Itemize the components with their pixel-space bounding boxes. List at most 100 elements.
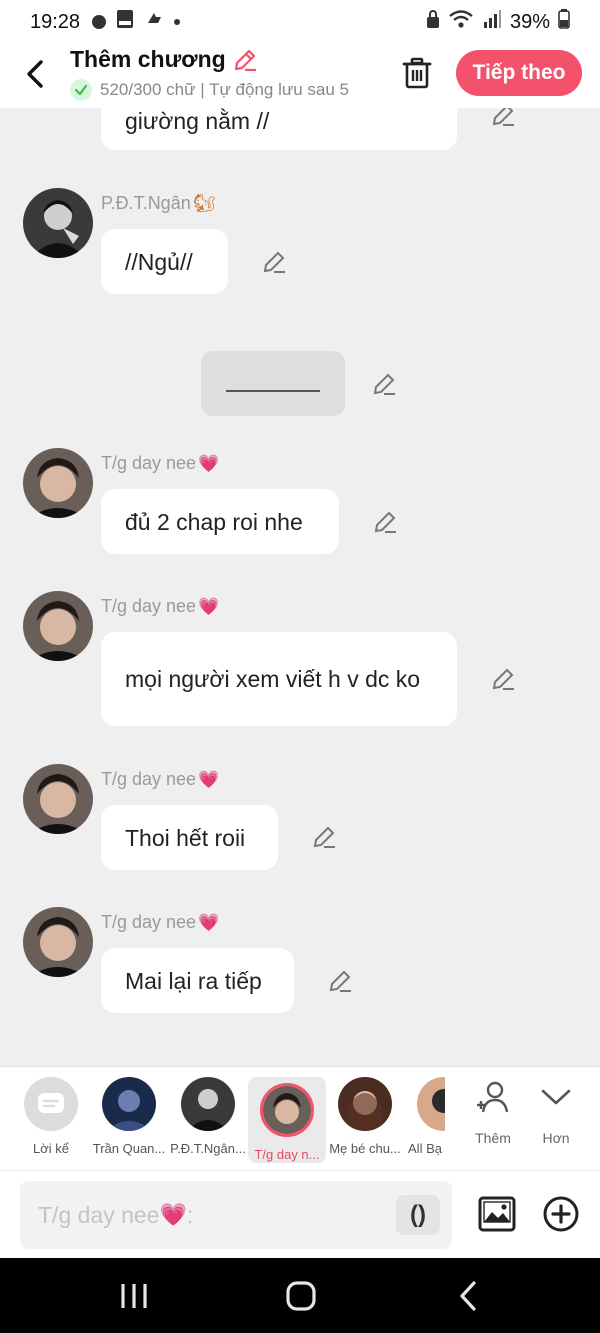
character-label: Mẹ bé chu... [329,1141,401,1156]
message-bubble[interactable]: đủ 2 chap roi nhe [101,489,339,554]
edit-message-pencil-icon[interactable] [371,371,397,397]
avatar[interactable] [23,591,93,661]
edit-title-pencil-icon[interactable] [232,47,258,73]
pdf-icon [116,9,134,35]
sender-name: T/g day nee 💗 [101,912,219,933]
message-bubble[interactable]: Mai lại ra tiếp [101,948,294,1013]
message-text: mọi người xem viết h v dc ko [125,666,421,692]
avatar [417,1077,445,1131]
system-back-button[interactable] [448,1278,488,1314]
edit-message-pencil-icon[interactable] [311,824,337,850]
character-me-be-chu[interactable]: Mẹ bé chu... [326,1077,404,1156]
collapse-button[interactable]: Hơn [526,1079,586,1146]
sender-name: T/g day nee 💗 [101,453,219,474]
home-button[interactable] [281,1278,321,1314]
colon-text: : [186,1201,194,1228]
battery-percent: 39% [509,10,550,33]
character-label: Lời kể [33,1141,69,1156]
recent-apps-button[interactable] [114,1278,154,1314]
page-title-text: Thêm chương [70,46,226,72]
edit-message-pencil-icon[interactable] [327,968,353,994]
heart-emoji-icon: 💗 [159,1202,187,1227]
message-text: giường nằm // [125,108,270,134]
narration-bubble[interactable] [201,351,345,416]
heart-emoji-icon: 💗 [198,453,220,473]
edit-message-pencil-icon[interactable] [261,249,287,275]
avatar[interactable] [23,907,93,977]
collapse-label: Hơn [542,1130,570,1146]
sender-name-text: T/g day nee [101,453,197,473]
system-nav-bar [0,1258,600,1333]
add-button[interactable] [542,1195,580,1233]
message-bubble[interactable]: mọi người xem viết h v dc ko [101,632,457,726]
battery-icon [558,9,570,35]
message-text: //Ngủ// [125,248,193,275]
add-character-label: Thêm [475,1130,511,1146]
sender-name: T/g day nee 💗 [101,596,219,617]
page-title[interactable]: Thêm chương [70,46,380,73]
chat-area[interactable]: giường nằm // P.Đ.T.Ngân 🐿 //Ngủ// T/g d… [0,108,600,1066]
edit-message-pencil-icon[interactable] [372,509,398,535]
avatar [338,1077,392,1131]
word-count-status: 520/300 chữ | Tự động lưu sau 5 [70,79,380,101]
sender-name: T/g day nee 💗 [101,769,219,790]
plus-circle-icon [543,1196,579,1232]
recent-apps-icon [121,1284,147,1308]
add-person-icon [477,1081,509,1113]
edit-message-pencil-icon[interactable] [490,108,516,128]
back-button[interactable] [20,56,50,92]
message-bubble[interactable]: //Ngủ// [101,229,228,294]
heart-emoji-icon: 💗 [198,596,220,616]
delete-button[interactable] [400,56,434,90]
insert-image-button[interactable] [478,1195,516,1233]
edit-message-pencil-icon[interactable] [490,666,516,692]
action-paren-button[interactable]: () [396,1195,440,1235]
narration-divider [226,389,320,392]
character-label: Trần Quan... [92,1141,166,1156]
wifi-icon [448,9,474,35]
heart-emoji-icon: 💗 [198,912,220,932]
avatar[interactable] [23,448,93,518]
heart-emoji-icon: 💗 [198,769,220,789]
character-label: All Bạ [408,1141,442,1156]
lock-icon [426,9,440,35]
sender-name-text: P.Đ.T.Ngân [101,193,191,213]
title-block: Thêm chương 520/300 chữ | Tự động lưu sa… [70,46,380,101]
avatar[interactable] [23,188,93,258]
next-button[interactable]: Tiếp theo [456,50,582,96]
message-text: Mai lại ra tiếp [125,967,262,994]
character-label: P.Đ.T.Ngân... [170,1141,246,1156]
message-bubble[interactable]: Thoi hết roii [101,805,278,870]
character-pdt-ngan[interactable]: P.Đ.T.Ngân... [169,1077,247,1156]
home-icon [286,1281,316,1311]
sender-name-text: T/g day nee [101,596,197,616]
character-selector: Lời kể Trần Quan... P.Đ.T.Ngân... T/g da… [0,1066,600,1170]
message-input[interactable]: T/g day nee 💗 : [20,1181,452,1249]
sender-name-text: T/g day nee [101,769,197,789]
notification-dot-icon [92,15,107,29]
message-input-placeholder: T/g day nee [38,1201,160,1228]
more-notifications-icon [174,19,181,25]
signal-icon [482,9,502,35]
message-bubble[interactable]: giường nằm // [101,108,457,150]
avatar[interactable] [23,764,93,834]
character-all[interactable]: All Bạ [405,1077,445,1156]
message-text: Thoi hết roii [125,824,246,851]
chapter-header: Thêm chương 520/300 chữ | Tự động lưu sa… [0,44,600,108]
chevron-left-icon [27,60,43,88]
check-icon [70,79,92,101]
character-tran-quan[interactable]: Trần Quan... [90,1077,168,1156]
narrator-chat-icon [24,1077,78,1131]
avatar [181,1077,235,1131]
trash-icon [402,57,432,89]
sender-name: P.Đ.T.Ngân 🐿 [101,193,216,214]
avatar [102,1077,156,1131]
add-character-button[interactable]: Thêm [463,1079,523,1146]
back-arrow-icon [460,1281,476,1311]
image-icon [478,1196,516,1232]
status-bar: 19:28 39% [0,0,600,44]
word-count-text: 520/300 chữ | Tự động lưu sau 5 [100,80,350,99]
status-time: 19:28 [30,10,81,33]
character-narrator[interactable]: Lời kể [12,1077,90,1156]
character-tg-day-nee[interactable]: T/g day n... [248,1077,326,1163]
